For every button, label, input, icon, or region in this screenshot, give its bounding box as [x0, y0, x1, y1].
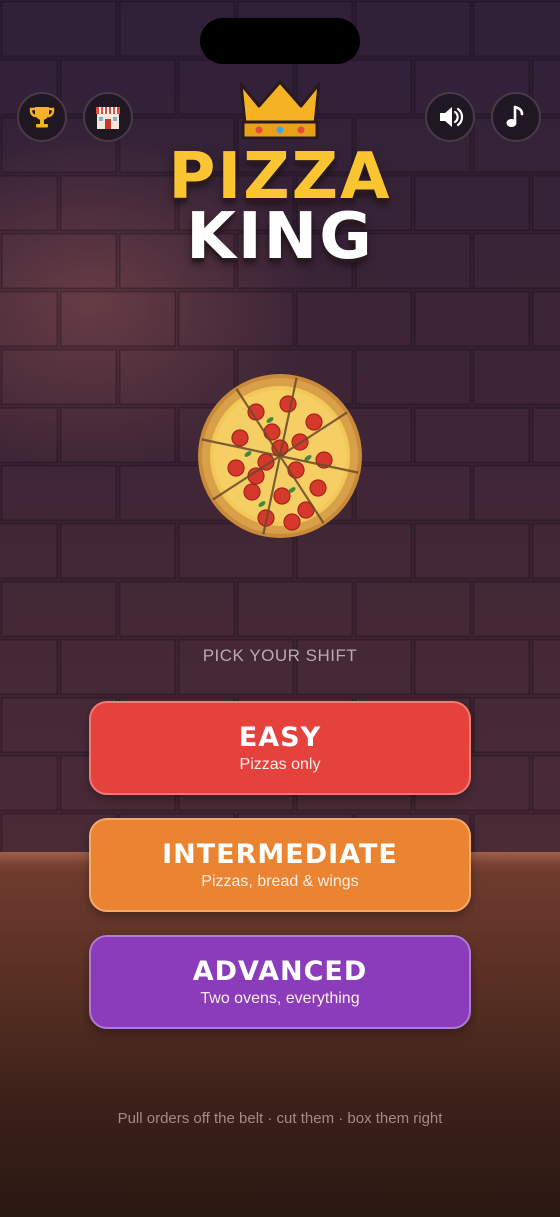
- shop-button[interactable]: [83, 92, 133, 142]
- intermediate-mode-subtitle: Pizzas, bread & wings: [201, 873, 359, 890]
- pizza-illustration: [198, 374, 362, 538]
- advanced-mode-title: ADVANCED: [192, 956, 368, 987]
- pick-shift-label: PICK YOUR SHIFT: [202, 646, 358, 665]
- title-king: KING: [186, 200, 374, 274]
- intermediate-mode-button[interactable]: INTERMEDIATE Pizzas, bread & wings: [89, 818, 471, 912]
- footer-hint: Pull orders off the belt · cut them · bo…: [117, 1110, 443, 1127]
- music-note-icon: [506, 105, 524, 127]
- speaker-icon: [440, 107, 464, 127]
- sound-button[interactable]: [425, 92, 475, 142]
- music-button[interactable]: [491, 92, 541, 142]
- shop-icon: [96, 107, 120, 129]
- device-notch: [200, 18, 360, 64]
- advanced-mode-button[interactable]: ADVANCED Two ovens, everything: [89, 935, 471, 1029]
- intermediate-mode-title: INTERMEDIATE: [162, 839, 398, 870]
- easy-mode-subtitle: Pizzas only: [239, 756, 321, 773]
- easy-mode-title: EASY: [238, 722, 322, 753]
- trophy-button[interactable]: [17, 92, 67, 142]
- trophy-icon: [29, 107, 55, 128]
- crown-icon: [239, 80, 321, 140]
- advanced-mode-subtitle: Two ovens, everything: [200, 990, 360, 1007]
- easy-mode-button[interactable]: EASY Pizzas only: [89, 701, 471, 795]
